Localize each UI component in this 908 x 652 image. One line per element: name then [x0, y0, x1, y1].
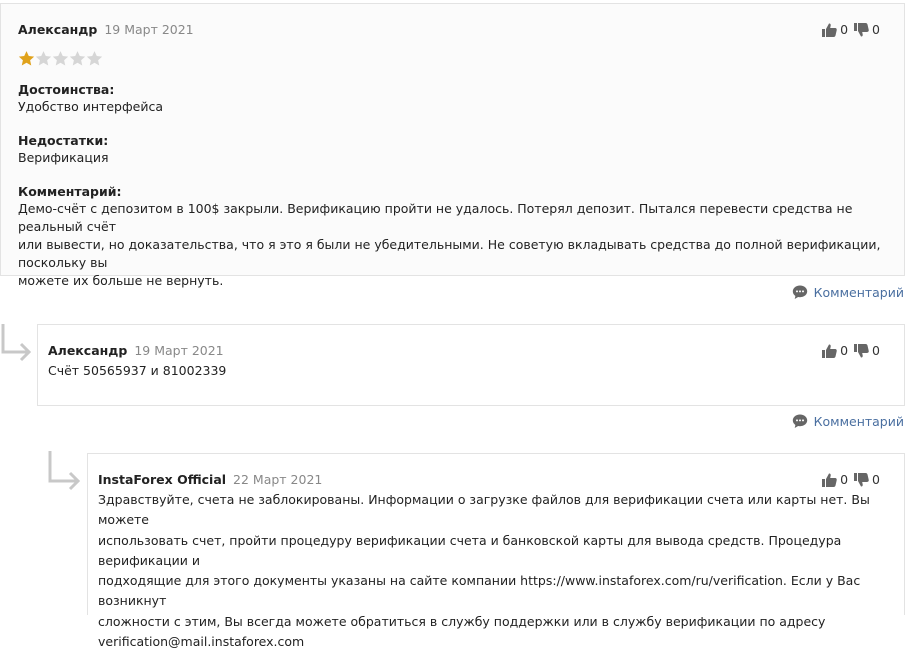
reply-card: Александр 19 Март 2021 0 0 Счёт 50565937…: [37, 324, 905, 406]
thumbs-up-icon[interactable]: [822, 473, 837, 487]
official-author: InstaForex Official: [98, 472, 227, 487]
like-count: 0: [840, 343, 849, 358]
comment-label: Комментарий:: [18, 184, 122, 199]
thumbs-down-icon[interactable]: [854, 343, 869, 358]
review-header: Александр 19 Март 2021: [18, 22, 194, 37]
reply-votes: 0 0: [822, 343, 884, 358]
comment-text: Демо-счёт с депозитом в 100$ закрыли. Ве…: [18, 200, 898, 290]
comment-link-label: Комментарий: [813, 285, 904, 300]
star-filled-icon: [18, 51, 35, 66]
official-line[interactable]: verification@mail.instaforex.com: [98, 632, 898, 652]
verification-email-link[interactable]: verification@mail.instaforex.com: [98, 634, 304, 649]
comment-link-label: Комментарий: [813, 414, 904, 429]
dislike-count: 0: [872, 472, 880, 487]
review-author: Александр: [18, 22, 98, 37]
star-empty-icon: [86, 51, 103, 66]
speech-bubble-icon: [792, 285, 807, 299]
speech-bubble-icon: [792, 414, 807, 428]
reply-date: 19 Март 2021: [134, 343, 224, 358]
dislike-count: 0: [872, 22, 880, 37]
star-empty-icon: [35, 51, 52, 66]
official-reply-card: InstaForex Official 22 Март 2021 0 0 Здр…: [87, 453, 905, 649]
review-card: Александр 19 Март 2021 0 0 Достоинства: …: [0, 3, 905, 288]
like-count: 0: [840, 22, 849, 37]
thumbs-up-icon[interactable]: [822, 23, 837, 37]
thumbs-down-icon[interactable]: [854, 22, 869, 37]
official-reply-header: InstaForex Official 22 Март 2021: [98, 472, 322, 487]
reply-author: Александр: [48, 343, 128, 358]
reply-header: Александр 19 Март 2021: [48, 343, 224, 358]
thumbs-up-icon[interactable]: [822, 344, 837, 358]
reply-arrow-icon: [48, 451, 81, 491]
comment-line: можете их больше не вернуть.: [18, 273, 224, 288]
cons-text: Верификация: [18, 150, 109, 165]
reply-arrow-icon: [1, 324, 32, 362]
official-line: использовать счет, пройти процедуру вери…: [98, 532, 842, 568]
comment-line: Демо-счёт с депозитом в 100$ закрыли. Ве…: [18, 201, 853, 234]
pros-text: Удобство интерфейса: [18, 99, 163, 114]
review-date: 19 Март 2021: [104, 22, 194, 37]
review-votes: 0 0: [822, 22, 884, 37]
dislike-count: 0: [872, 343, 880, 358]
reply-text: Счёт 50565937 и 81002339: [48, 363, 227, 378]
official-date: 22 Март 2021: [233, 472, 323, 487]
official-line: подходящие для этого документы указаны н…: [98, 573, 861, 609]
thumbs-down-icon[interactable]: [854, 472, 869, 487]
like-count: 0: [840, 472, 849, 487]
official-reply-text: Здравствуйте, счета не заблокированы. Ин…: [98, 490, 898, 652]
star-empty-icon: [52, 51, 69, 66]
reply-comment-button[interactable]: Комментарий: [792, 414, 904, 429]
official-votes: 0 0: [822, 472, 884, 487]
cons-label: Недостатки:: [18, 133, 109, 148]
review-comment-button[interactable]: Комментарий: [792, 285, 904, 300]
official-line: Здравствуйте, счета не заблокированы. Ин…: [98, 492, 870, 528]
rating-stars: [18, 50, 103, 67]
pros-label: Достоинства:: [18, 82, 115, 97]
star-empty-icon: [69, 51, 86, 66]
comment-line: или вывести, но доказательства, что я эт…: [18, 237, 881, 270]
